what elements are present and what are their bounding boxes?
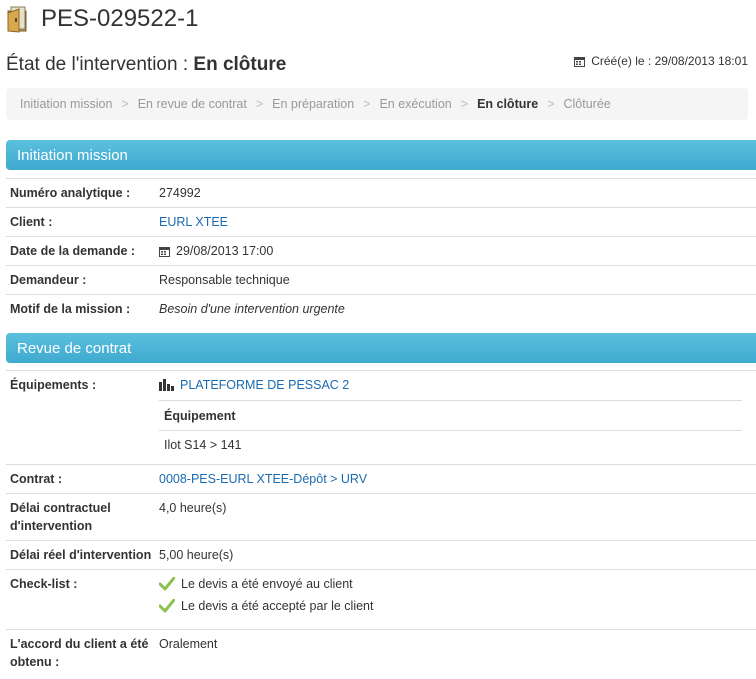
breadcrumb-separator: > [460,97,469,111]
initiation-table: Numéro analytique : 274992 Client : EURL… [6,178,756,323]
breadcrumb-step-revue[interactable]: En revue de contrat [138,97,247,111]
plateforme-link[interactable]: PLATEFORME DE PESSAC 2 [180,376,349,394]
equipement-cell: Ilot S14 > 141 [159,430,742,459]
delai-reel-value: 5,00 heure(s) [159,548,234,562]
status-value: En clôture [193,54,287,75]
breadcrumb-step-initiation[interactable]: Initiation mission [20,97,112,111]
table-row: Date de la demande : 29/08/2013 17:00 [6,236,756,265]
breadcrumb-step-cloture: En clôture [477,97,539,111]
folder-icon [5,5,33,33]
section-revue-header[interactable]: Revue de contrat [6,333,756,363]
client-label: Client : [10,215,53,229]
status-prefix: État de l'intervention : [6,54,194,75]
table-row: Motif de la mission : Besoin d'une inter… [6,294,756,323]
revue-table: Équipements : PLATEFORME DE PESSAC 2 Équ… [6,370,756,676]
delai-contractuel-value: 4,0 heure(s) [159,501,227,515]
equipement-column-header: Équipement [159,400,742,430]
contrat-link[interactable]: 0008-PES-EURL XTEE-Dépôt > URV [159,472,367,486]
table-row: Demandeur : Responsable technique [6,265,756,294]
section-initiation-header[interactable]: Initiation mission [6,140,756,170]
calendar-icon [159,246,170,257]
accord-value: Oralement [159,637,218,651]
calendar-icon [574,56,586,67]
checklist-label: Check-list : [10,577,78,591]
check-icon [159,599,175,613]
breadcrumb-separator: > [547,97,555,111]
equipement-subtable: Équipement Ilot S14 > 141 [159,400,742,459]
table-row: Numéro analytique : 274992 [6,178,756,207]
table-row: L'accord du client a été obtenu : Oralem… [6,629,756,676]
record-id: PES-029522-1 [41,5,199,32]
check-icon [159,577,175,591]
demandeur-value: Responsable technique [159,273,290,287]
checklist-item: Le devis a été accepté par le client [159,597,756,615]
demandeur-label: Demandeur : [10,273,87,287]
breadcrumb-step-execution[interactable]: En exécution [379,97,451,111]
contrat-label: Contrat : [10,472,63,486]
checklist-item-text: Le devis a été envoyé au client [181,577,353,591]
date-value: 29/08/2013 17:00 [176,244,274,258]
created-text: Créé(e) le : 29/08/2013 18:01 [591,54,748,68]
motif-label: Motif de la mission : [10,302,131,316]
checklist-item-text: Le devis a été accepté par le client [181,599,374,613]
platform-icon [159,379,174,391]
motif-value: Besoin d'une intervention urgente [159,302,345,316]
numero-label: Numéro analytique : [10,186,131,200]
breadcrumb-step-preparation[interactable]: En préparation [272,97,354,111]
equipements-label: Équipements : [10,378,97,392]
delai-contractuel-label: Délai contractuel d'intervention [10,501,111,533]
table-row: Délai contractuel d'intervention 4,0 heu… [6,493,756,540]
page-title: État de l'intervention : En clôture [6,54,286,76]
table-row: Délai réel d'intervention 5,00 heure(s) [6,540,756,569]
table-row: Client : EURL XTEE [6,207,756,236]
breadcrumb-step-cloturee[interactable]: Clôturée [564,97,611,111]
table-row: Check-list : Le devis a été envoyé au cl… [6,569,756,629]
numero-value: 274992 [159,186,201,200]
breadcrumb-separator: > [363,97,371,111]
page-header: PES-029522-1 [5,4,198,34]
date-label: Date de la demande : [10,244,136,258]
breadcrumb-separator: > [121,97,129,111]
created-date: Créé(e) le : 29/08/2013 18:01 [574,54,748,68]
table-row: Équipements : PLATEFORME DE PESSAC 2 Équ… [6,370,756,464]
checklist-item: Le devis a été envoyé au client [159,575,756,593]
table-row: Contrat : 0008-PES-EURL XTEE-Dépôt > URV [6,464,756,493]
client-link[interactable]: EURL XTEE [159,215,228,229]
accord-label: L'accord du client a été obtenu : [10,637,149,669]
breadcrumb-separator: > [255,97,264,111]
breadcrumb: Initiation mission > En revue de contrat… [6,88,748,120]
delai-reel-label: Délai réel d'intervention [10,548,152,562]
